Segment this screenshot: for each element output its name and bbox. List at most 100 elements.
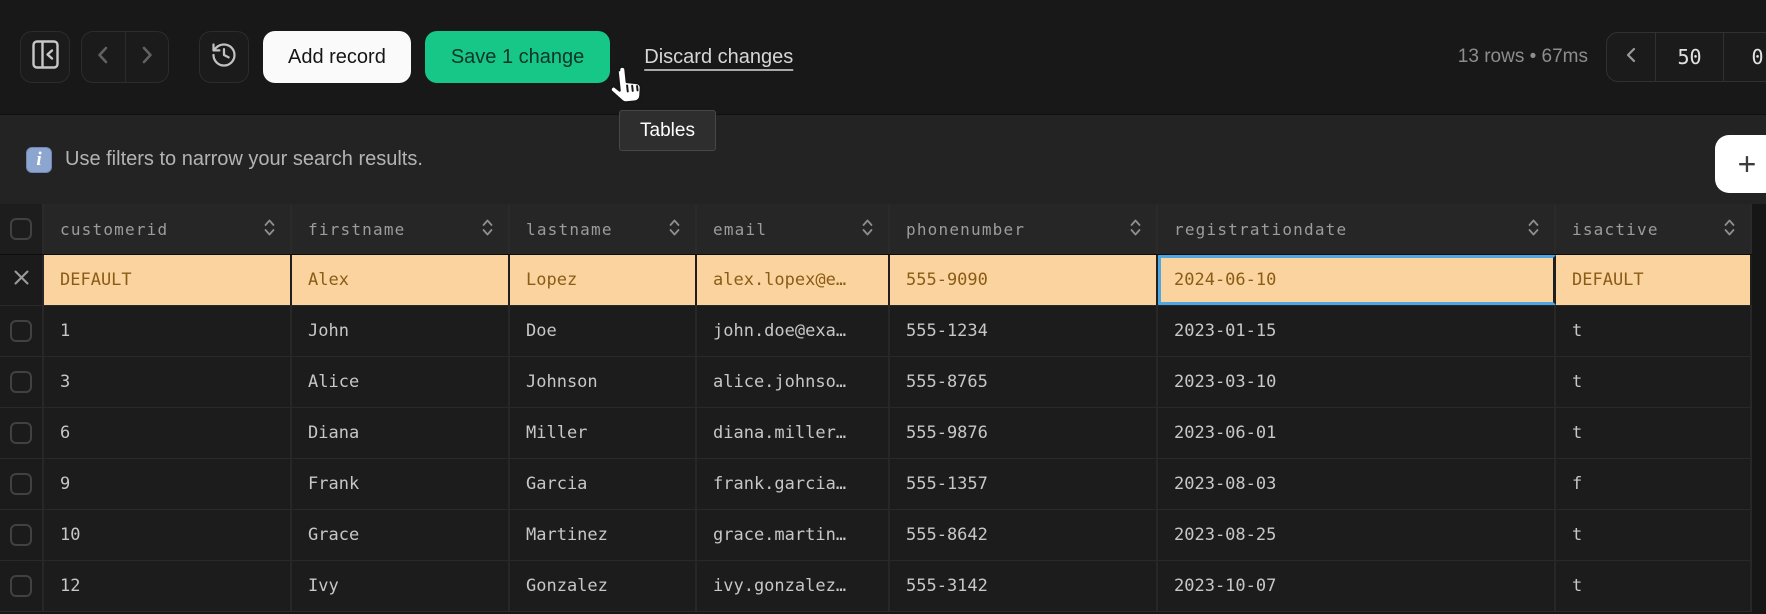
column-header-customerid[interactable]: customerid: [44, 204, 292, 254]
toggle-sidebar-button[interactable]: [20, 31, 70, 83]
cell-firstname[interactable]: Ivy: [292, 561, 510, 611]
table-header-row: customerid firstname lastname email phon…: [0, 204, 1752, 255]
cell-email[interactable]: john.doe@exa…: [697, 306, 890, 356]
forward-button[interactable]: [125, 32, 169, 82]
cell-customerid[interactable]: 3: [44, 357, 292, 407]
cell-lastname[interactable]: Miller: [510, 408, 697, 458]
cell-email[interactable]: grace.martin…: [697, 510, 890, 560]
cell-registrationdate[interactable]: 2023-10-07: [1158, 561, 1556, 611]
cell-registrationdate[interactable]: 2023-08-25: [1158, 510, 1556, 560]
cell-registrationdate-selected[interactable]: 2024-06-10: [1158, 255, 1556, 305]
filter-hint-text: Use filters to narrow your search result…: [65, 148, 423, 171]
chevron-right-icon: [139, 45, 155, 70]
column-header-phonenumber[interactable]: phonenumber: [890, 204, 1158, 254]
cell-registrationdate[interactable]: 2023-06-01: [1158, 408, 1556, 458]
cell-email[interactable]: diana.miller…: [697, 408, 890, 458]
toolbar: Add record Save 1 change Discard changes…: [0, 0, 1766, 114]
table-row: 12 Ivy Gonzalez ivy.gonzalez… 555-3142 2…: [0, 561, 1752, 612]
cell-phonenumber[interactable]: 555-1357: [890, 459, 1158, 509]
row-select-cell: [0, 357, 44, 407]
history-clock-icon: [210, 41, 238, 74]
cell-phonenumber[interactable]: 555-8642: [890, 510, 1158, 560]
cell-customerid[interactable]: 9: [44, 459, 292, 509]
table-row: 9 Frank Garcia frank.garcia… 555-1357 20…: [0, 459, 1752, 510]
column-label: phonenumber: [906, 220, 1025, 239]
select-all-checkbox[interactable]: [10, 218, 32, 240]
cell-phonenumber[interactable]: 555-8765: [890, 357, 1158, 407]
cell-email[interactable]: alex.lopex@e…: [697, 255, 890, 305]
cell-phonenumber[interactable]: 555-9090: [890, 255, 1158, 305]
previous-page-button[interactable]: [1607, 33, 1655, 81]
cell-firstname[interactable]: Grace: [292, 510, 510, 560]
row-checkbox[interactable]: [10, 524, 32, 546]
cell-registrationdate[interactable]: 2023-01-15: [1158, 306, 1556, 356]
panel-left-collapse-icon: [32, 40, 59, 74]
column-header-firstname[interactable]: firstname: [292, 204, 510, 254]
back-button[interactable]: [82, 32, 125, 82]
cell-isactive[interactable]: t: [1556, 561, 1752, 611]
cell-registrationdate[interactable]: 2023-08-03: [1158, 459, 1556, 509]
sort-chevrons-icon: [262, 218, 277, 241]
cell-firstname[interactable]: Diana: [292, 408, 510, 458]
cell-lastname[interactable]: Lopez: [510, 255, 697, 305]
table-row: 6 Diana Miller diana.miller… 555-9876 20…: [0, 408, 1752, 459]
row-checkbox[interactable]: [10, 320, 32, 342]
cell-phonenumber[interactable]: 555-9876: [890, 408, 1158, 458]
cell-customerid[interactable]: DEFAULT: [44, 255, 292, 305]
column-label: firstname: [308, 220, 406, 239]
history-nav-group: [81, 31, 169, 83]
sort-chevrons-icon: [1128, 218, 1143, 241]
cell-lastname[interactable]: Martinez: [510, 510, 697, 560]
sort-chevrons-icon: [860, 218, 875, 241]
column-header-email[interactable]: email: [697, 204, 890, 254]
cell-customerid[interactable]: 10: [44, 510, 292, 560]
remove-pending-row-cell[interactable]: [0, 255, 44, 305]
cell-isactive[interactable]: t: [1556, 510, 1752, 560]
cell-firstname[interactable]: Frank: [292, 459, 510, 509]
column-label: lastname: [526, 220, 613, 239]
column-label: customerid: [60, 220, 168, 239]
cell-isactive[interactable]: f: [1556, 459, 1752, 509]
page-size-input[interactable]: 50: [1655, 33, 1723, 81]
cell-isactive[interactable]: DEFAULT: [1556, 255, 1752, 305]
cell-phonenumber[interactable]: 555-1234: [890, 306, 1158, 356]
data-grid: customerid firstname lastname email phon…: [0, 204, 1752, 612]
sort-chevrons-icon: [667, 218, 682, 241]
app-window: { "toolbar": { "add_record": "Add record…: [0, 0, 1766, 614]
cell-isactive[interactable]: t: [1556, 408, 1752, 458]
cell-email[interactable]: ivy.gonzalez…: [697, 561, 890, 611]
cell-firstname[interactable]: Alice: [292, 357, 510, 407]
sort-chevrons-icon: [480, 218, 495, 241]
cell-email[interactable]: alice.johnso…: [697, 357, 890, 407]
cell-lastname[interactable]: Johnson: [510, 357, 697, 407]
column-header-lastname[interactable]: lastname: [510, 204, 697, 254]
cell-lastname[interactable]: Doe: [510, 306, 697, 356]
cell-lastname[interactable]: Gonzalez: [510, 561, 697, 611]
cell-customerid[interactable]: 12: [44, 561, 292, 611]
mouse-pointer-icon: [605, 61, 650, 114]
add-filter-button[interactable]: +: [1715, 135, 1766, 193]
column-header-isactive[interactable]: isactive: [1556, 204, 1752, 254]
query-history-button[interactable]: [199, 31, 249, 83]
discard-changes-link[interactable]: Discard changes: [644, 46, 793, 69]
cell-lastname[interactable]: Garcia: [510, 459, 697, 509]
cell-isactive[interactable]: t: [1556, 357, 1752, 407]
row-checkbox[interactable]: [10, 575, 32, 597]
page-offset-input[interactable]: 0: [1723, 33, 1766, 81]
row-checkbox[interactable]: [10, 371, 32, 393]
cell-email[interactable]: frank.garcia…: [697, 459, 890, 509]
sort-chevrons-icon: [1722, 218, 1737, 241]
column-header-registrationdate[interactable]: registrationdate: [1158, 204, 1556, 254]
cell-phonenumber[interactable]: 555-3142: [890, 561, 1158, 611]
row-checkbox[interactable]: [10, 422, 32, 444]
cell-registrationdate[interactable]: 2023-03-10: [1158, 357, 1556, 407]
cell-customerid[interactable]: 6: [44, 408, 292, 458]
info-icon: i: [26, 147, 52, 173]
cell-isactive[interactable]: t: [1556, 306, 1752, 356]
cell-customerid[interactable]: 1: [44, 306, 292, 356]
cell-firstname[interactable]: John: [292, 306, 510, 356]
cell-firstname[interactable]: Alex: [292, 255, 510, 305]
save-changes-button[interactable]: Save 1 change: [425, 31, 610, 83]
add-record-button[interactable]: Add record: [263, 31, 411, 83]
row-checkbox[interactable]: [10, 473, 32, 495]
